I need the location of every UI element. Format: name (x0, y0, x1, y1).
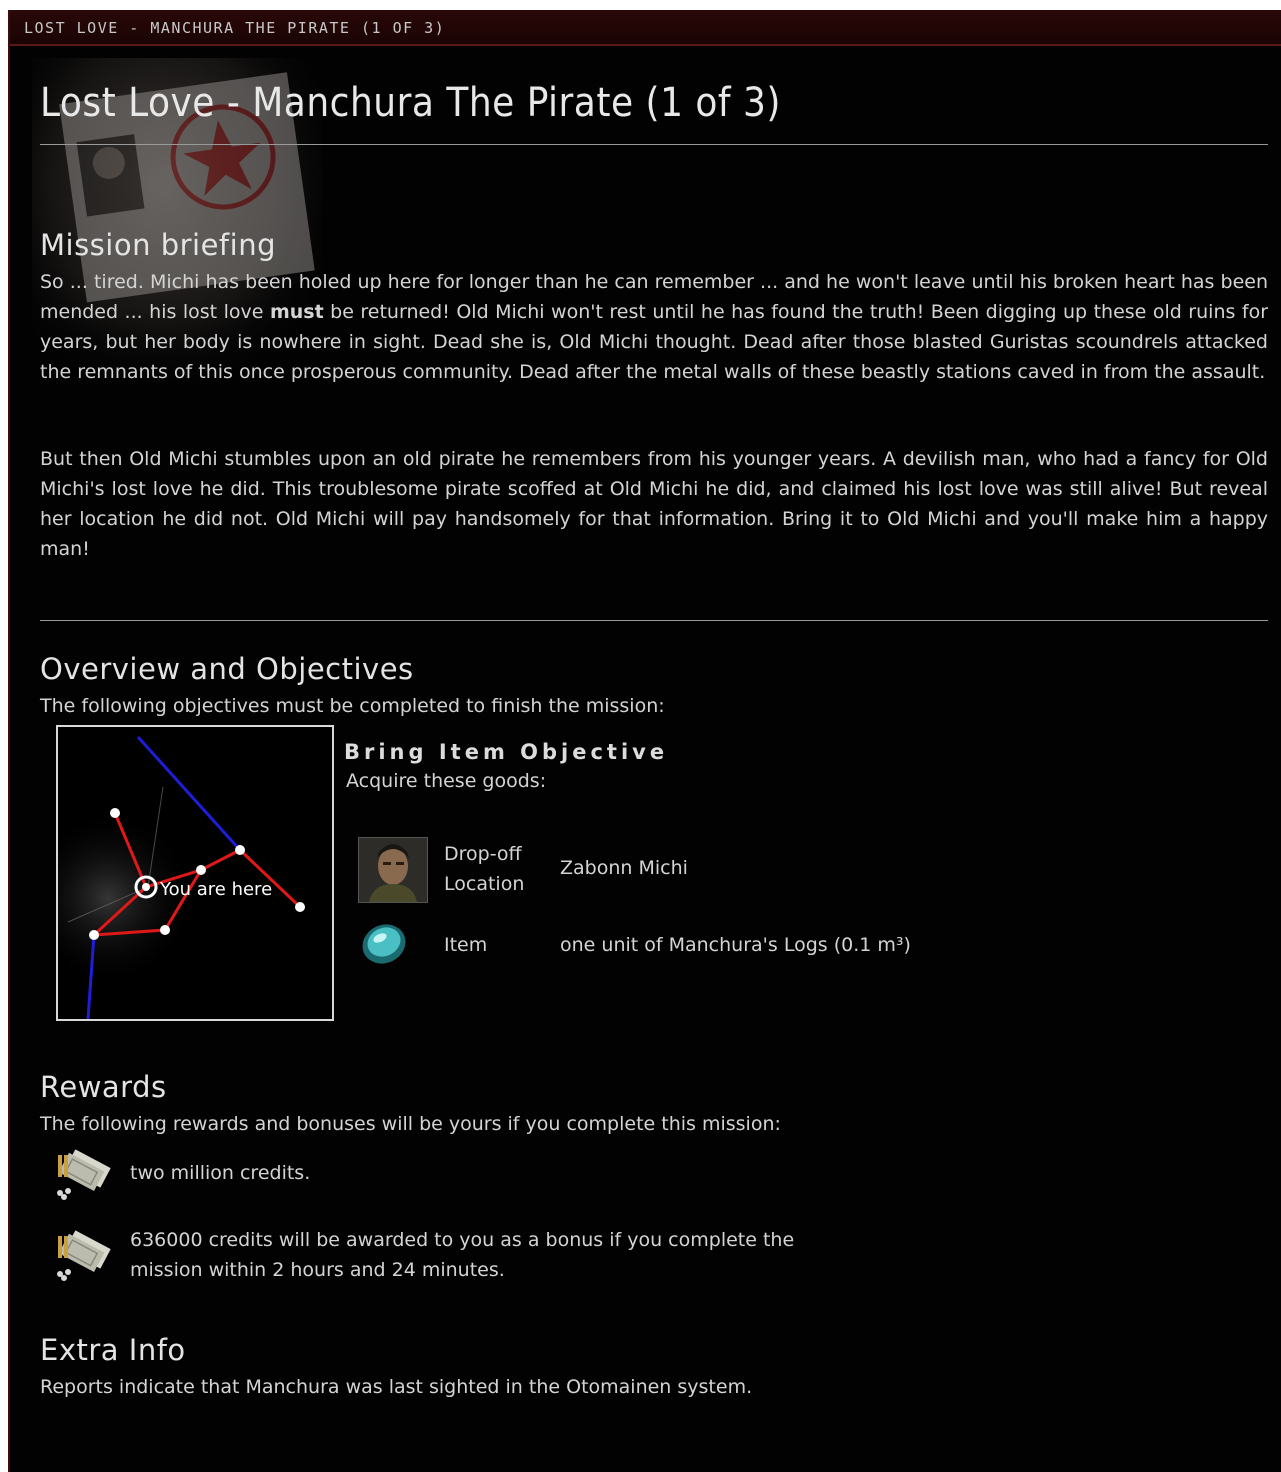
reward-bonus: 636000 credits will be awarded to you as… (130, 1225, 794, 1285)
bonus-line-2: mission within 2 hours and 24 minutes. (130, 1259, 505, 1281)
briefing-heading: Mission briefing (40, 228, 276, 262)
bonus-line-1: 636000 credits will be awarded to you as… (130, 1229, 795, 1251)
reward-credits: two million credits. (130, 1162, 311, 1184)
briefing-paragraph-1: So ... tired. Michi has been holed up he… (40, 267, 1268, 387)
map-label: You are here (159, 879, 272, 900)
overview-heading: Overview and Objectives (40, 652, 414, 686)
mission-window: LOST LOVE - MANCHURA THE PIRATE (1 OF 3) (8, 10, 1281, 1472)
overview-subtitle: The following objectives must be complet… (40, 695, 665, 717)
isk-credits-icon (52, 1224, 112, 1282)
item-label: Item (444, 934, 488, 956)
isk-credits-icon (52, 1143, 112, 1201)
objective-title: Bring Item Objective (344, 740, 669, 764)
character-portrait-icon[interactable] (358, 837, 428, 903)
window-titlebar[interactable]: LOST LOVE - MANCHURA THE PIRATE (1 OF 3) (10, 10, 1281, 46)
dropoff-label-line2: Location (444, 873, 525, 895)
system-node[interactable] (89, 930, 99, 940)
dropoff-label: Drop-off Location (444, 839, 524, 899)
system-node[interactable] (295, 902, 305, 912)
briefing-text-bold: must (269, 301, 324, 323)
item-value-link[interactable]: one unit of Manchura's Logs (0.1 m³) (560, 930, 911, 960)
extra-info-text: Reports indicate that Manchura was last … (40, 1376, 753, 1398)
divider (40, 144, 1268, 145)
data-crystal-icon[interactable] (360, 920, 412, 966)
dropoff-label-line1: Drop-off (444, 843, 522, 865)
system-node[interactable] (196, 865, 206, 875)
mission-title: Lost Love - Manchura The Pirate (1 of 3) (40, 80, 781, 126)
current-location-dot (142, 883, 150, 891)
rewards-heading: Rewards (40, 1070, 167, 1104)
divider (40, 620, 1268, 621)
extra-info-heading: Extra Info (40, 1333, 186, 1367)
rewards-subtitle: The following rewards and bonuses will b… (40, 1113, 781, 1135)
system-node[interactable] (235, 845, 245, 855)
window-title: LOST LOVE - MANCHURA THE PIRATE (1 OF 3) (24, 19, 446, 37)
objective-subtitle: Acquire these goods: (346, 770, 547, 792)
dropoff-location-link[interactable]: Zabonn Michi (560, 853, 688, 883)
system-node[interactable] (160, 925, 170, 935)
briefing-paragraph-2: But then Old Michi stumbles upon an old … (40, 448, 1268, 560)
route-map[interactable]: You are here (56, 725, 334, 1021)
system-node[interactable] (110, 808, 120, 818)
